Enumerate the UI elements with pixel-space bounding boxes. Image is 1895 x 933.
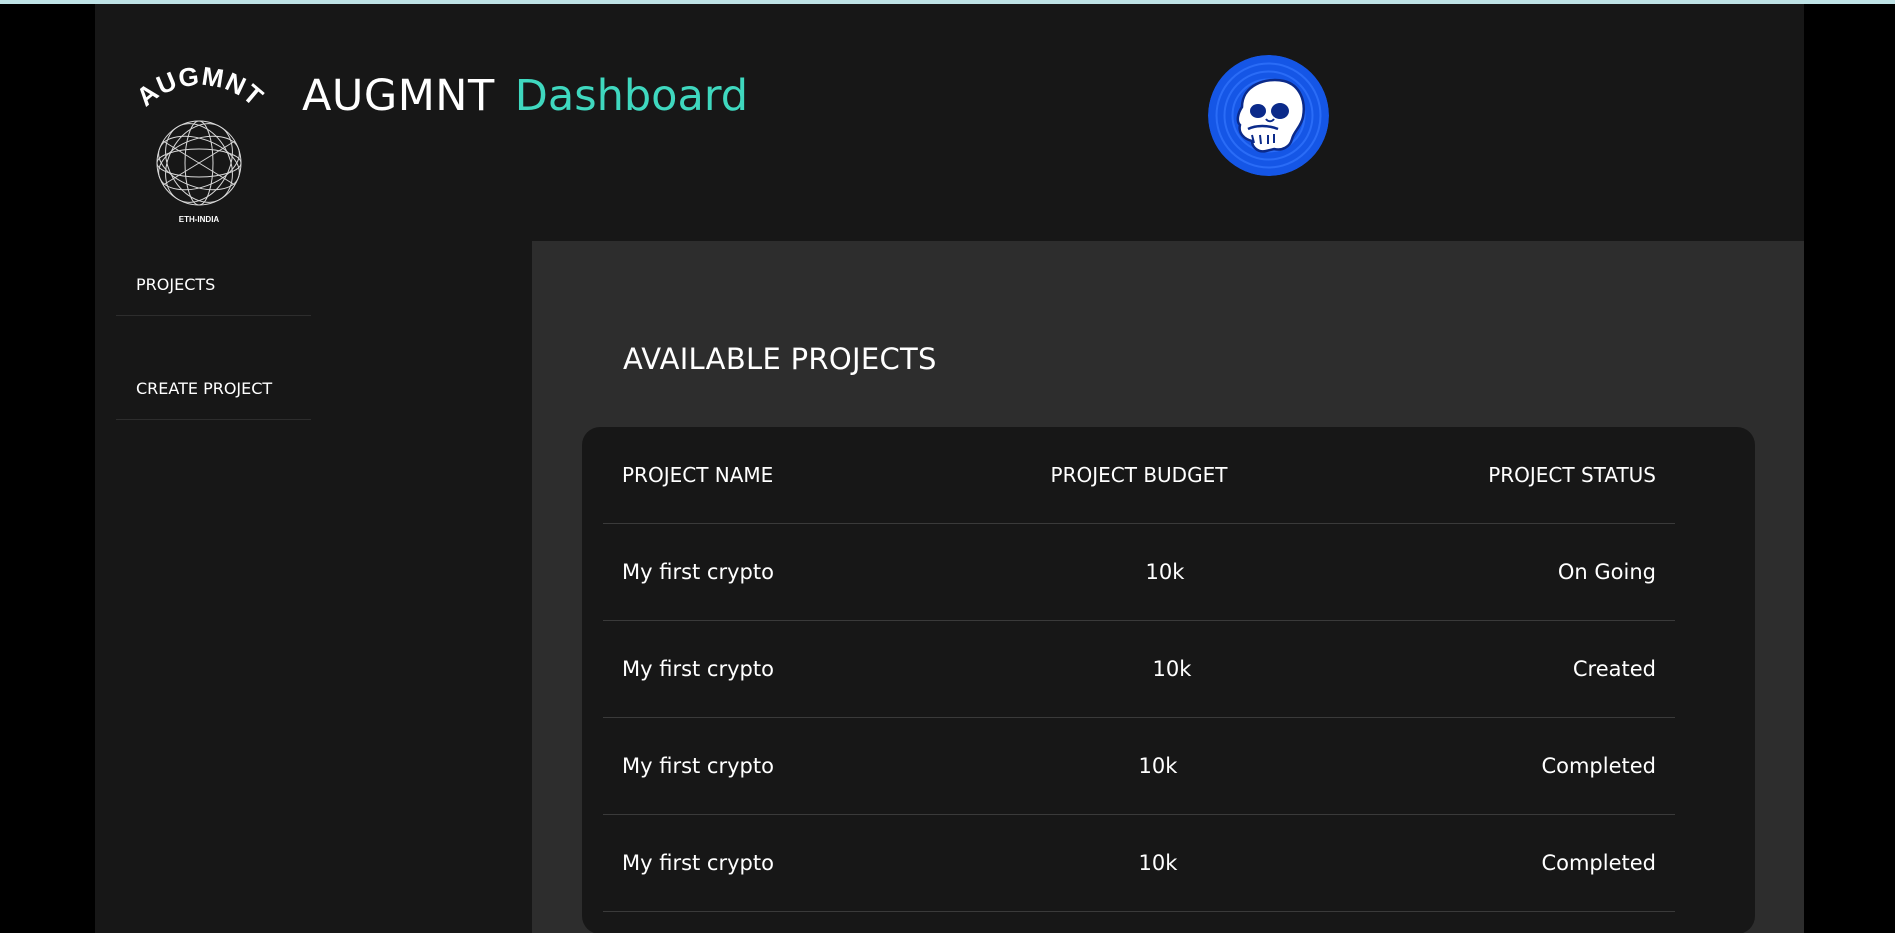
sidebar: PROJECTS CREATE PROJECT: [116, 254, 311, 420]
project-name: My first crypto: [622, 754, 774, 778]
table-row[interactable]: My first crypto 10k On Going: [603, 524, 1675, 621]
sidebar-item-projects[interactable]: PROJECTS: [116, 254, 311, 316]
project-name: My first crypto: [622, 851, 774, 875]
augmnt-logo[interactable]: AUGMNT ETH-INDIA: [123, 61, 275, 226]
svg-text:ETH-INDIA: ETH-INDIA: [179, 215, 220, 224]
project-budget: 10k: [1138, 754, 1178, 778]
page-title: AUGMNT Dashboard: [302, 66, 748, 126]
svg-text:AUGMNT: AUGMNT: [131, 66, 270, 112]
column-header-status: PROJECT STATUS: [1488, 463, 1656, 487]
brand-name: AUGMNT: [302, 71, 495, 121]
section-title: AVAILABLE PROJECTS: [623, 342, 937, 376]
project-status: Completed: [1541, 754, 1656, 778]
project-status: Completed: [1541, 851, 1656, 875]
table-row[interactable]: My first crypto 10k Completed: [603, 815, 1675, 912]
projects-table: PROJECT NAME PROJECT BUDGET PROJECT STAT…: [603, 427, 1675, 912]
app-window: AUGMNT ETH-INDIA AUGMNT Dashboard PROJEC…: [95, 4, 1804, 933]
project-status: Created: [1572, 657, 1656, 681]
ape-skull-icon: [1208, 55, 1329, 176]
project-name: My first crypto: [622, 560, 774, 584]
project-budget: 10k: [1145, 560, 1185, 584]
project-budget: 10k: [1152, 657, 1192, 681]
table-header-row: PROJECT NAME PROJECT BUDGET PROJECT STAT…: [603, 427, 1675, 524]
column-header-budget: PROJECT BUDGET: [1050, 463, 1228, 487]
brand-subtitle: Dashboard: [514, 71, 749, 121]
sidebar-item-create-project[interactable]: CREATE PROJECT: [116, 358, 311, 420]
main-content: AVAILABLE PROJECTS PROJECT NAME PROJECT …: [532, 241, 1804, 933]
project-status: On Going: [1557, 560, 1656, 584]
globe-logo-icon: AUGMNT ETH-INDIA: [131, 61, 270, 224]
project-budget: 10k: [1138, 851, 1178, 875]
projects-table-card: PROJECT NAME PROJECT BUDGET PROJECT STAT…: [582, 427, 1755, 933]
table-row[interactable]: My first crypto 10k Completed: [603, 718, 1675, 815]
user-avatar[interactable]: [1208, 55, 1329, 176]
project-name: My first crypto: [622, 657, 774, 681]
table-row[interactable]: My first crypto 10k Created: [603, 621, 1675, 718]
column-header-name: PROJECT NAME: [622, 463, 774, 487]
